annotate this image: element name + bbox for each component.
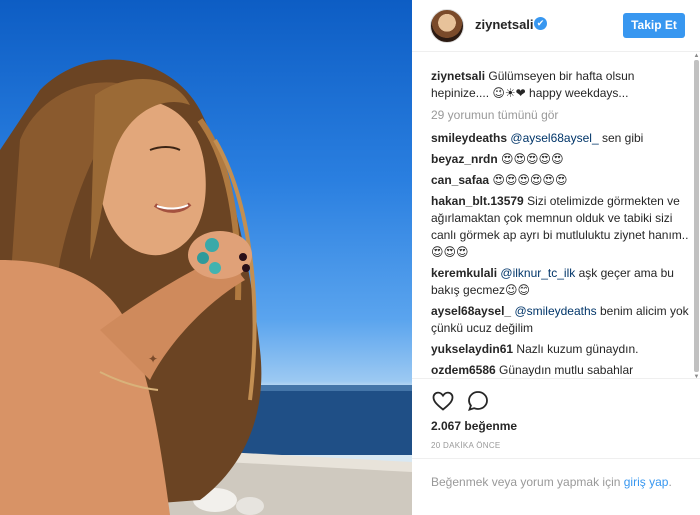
post-timestamp: 20 DAKİKA ÖNCE <box>431 441 501 450</box>
comments-list[interactable]: ziynetsali Gülümseyen bir hafta olsun he… <box>431 68 693 376</box>
login-prompt-suffix: . <box>668 475 672 489</box>
login-prompt: Beğenmek veya yorum yapmak için giriş ya… <box>431 474 686 491</box>
post-actions: 2.067 beğenme 20 DAKİKA ÖNCE <box>412 378 700 450</box>
scroll-thumb[interactable] <box>694 60 699 372</box>
caption: ziynetsali Gülümseyen bir hafta olsun he… <box>431 68 693 102</box>
avatar[interactable] <box>430 9 464 43</box>
comment-mention[interactable]: @aysel68aysel_ <box>510 131 598 145</box>
comment-text: Günaydın mutlu sabahlar <box>499 363 634 376</box>
comment-username[interactable]: smileydeaths <box>431 131 507 145</box>
comment-username[interactable]: ozdem6586 <box>431 363 496 376</box>
caption-username[interactable]: ziynetsali <box>431 69 485 83</box>
post-panel: ziynetsali ✔ Takip Et ziynetsali Gülümse… <box>412 0 700 515</box>
comment-item: beyaz_nrdn 😍😍😍😍😍 <box>431 151 693 168</box>
post-photo[interactable]: ✦ <box>0 0 412 515</box>
comment-item: can_safaa 😍😍😍😍😍😍 <box>431 172 693 189</box>
comment-username[interactable]: keremkulali <box>431 266 497 280</box>
comment-item: ozdem6586 Günaydın mutlu sabahlar <box>431 362 693 376</box>
like-count[interactable]: 2.067 beğenme <box>431 419 517 433</box>
comments-scrollbar[interactable]: ▲ ▼ <box>693 53 700 380</box>
comment-username[interactable]: hakan_blt.13579 <box>431 194 524 208</box>
scroll-up-arrow-icon[interactable]: ▲ <box>693 53 700 59</box>
comment-text: 😍😍😍😍😍😍 <box>492 173 568 187</box>
photo-illustration: ✦ <box>0 59 412 515</box>
comment-item: aysel68aysel_ @smileydeaths benim alicim… <box>431 303 693 337</box>
comment-item: keremkulali @ilknur_tc_ilk aşk geçer ama… <box>431 265 693 299</box>
comment-item: yukselaydin61 Nazlı kuzum günaydın. <box>431 341 693 358</box>
comment-mention[interactable]: @ilknur_tc_ilk <box>500 266 575 280</box>
follow-button[interactable]: Takip Et <box>623 13 685 38</box>
comment-text: sen gibi <box>598 131 644 145</box>
comment-item: hakan_blt.13579 Sizi otelimizde görmekte… <box>431 193 693 261</box>
header-username[interactable]: ziynetsali <box>475 17 534 32</box>
login-prompt-text: Beğenmek veya yorum yapmak için <box>431 475 624 489</box>
svg-text:✦: ✦ <box>148 352 158 366</box>
login-prompt-bar: Beğenmek veya yorum yapmak için giriş ya… <box>412 458 700 515</box>
comment-username[interactable]: can_safaa <box>431 173 489 187</box>
load-more-comments-link[interactable]: 29 yorumun tümünü gör <box>431 108 693 122</box>
heart-outline-icon[interactable] <box>431 389 455 413</box>
comment-username[interactable]: yukselaydin61 <box>431 342 513 356</box>
comment-item: smileydeaths @aysel68aysel_ sen gibi <box>431 130 693 147</box>
comment-username[interactable]: beyaz_nrdn <box>431 152 498 166</box>
speech-bubble-icon[interactable] <box>466 389 490 413</box>
login-link[interactable]: giriş yap <box>624 475 669 489</box>
comment-username[interactable]: aysel68aysel_ <box>431 304 511 318</box>
post-header: ziynetsali ✔ Takip Et <box>412 0 700 52</box>
comment-text: 😍😍😍😍😍 <box>501 152 564 166</box>
verified-badge-icon: ✔ <box>534 17 547 30</box>
comment-mention[interactable]: @smileydeaths <box>514 304 596 318</box>
comment-text: Nazlı kuzum günaydın. <box>516 342 639 356</box>
